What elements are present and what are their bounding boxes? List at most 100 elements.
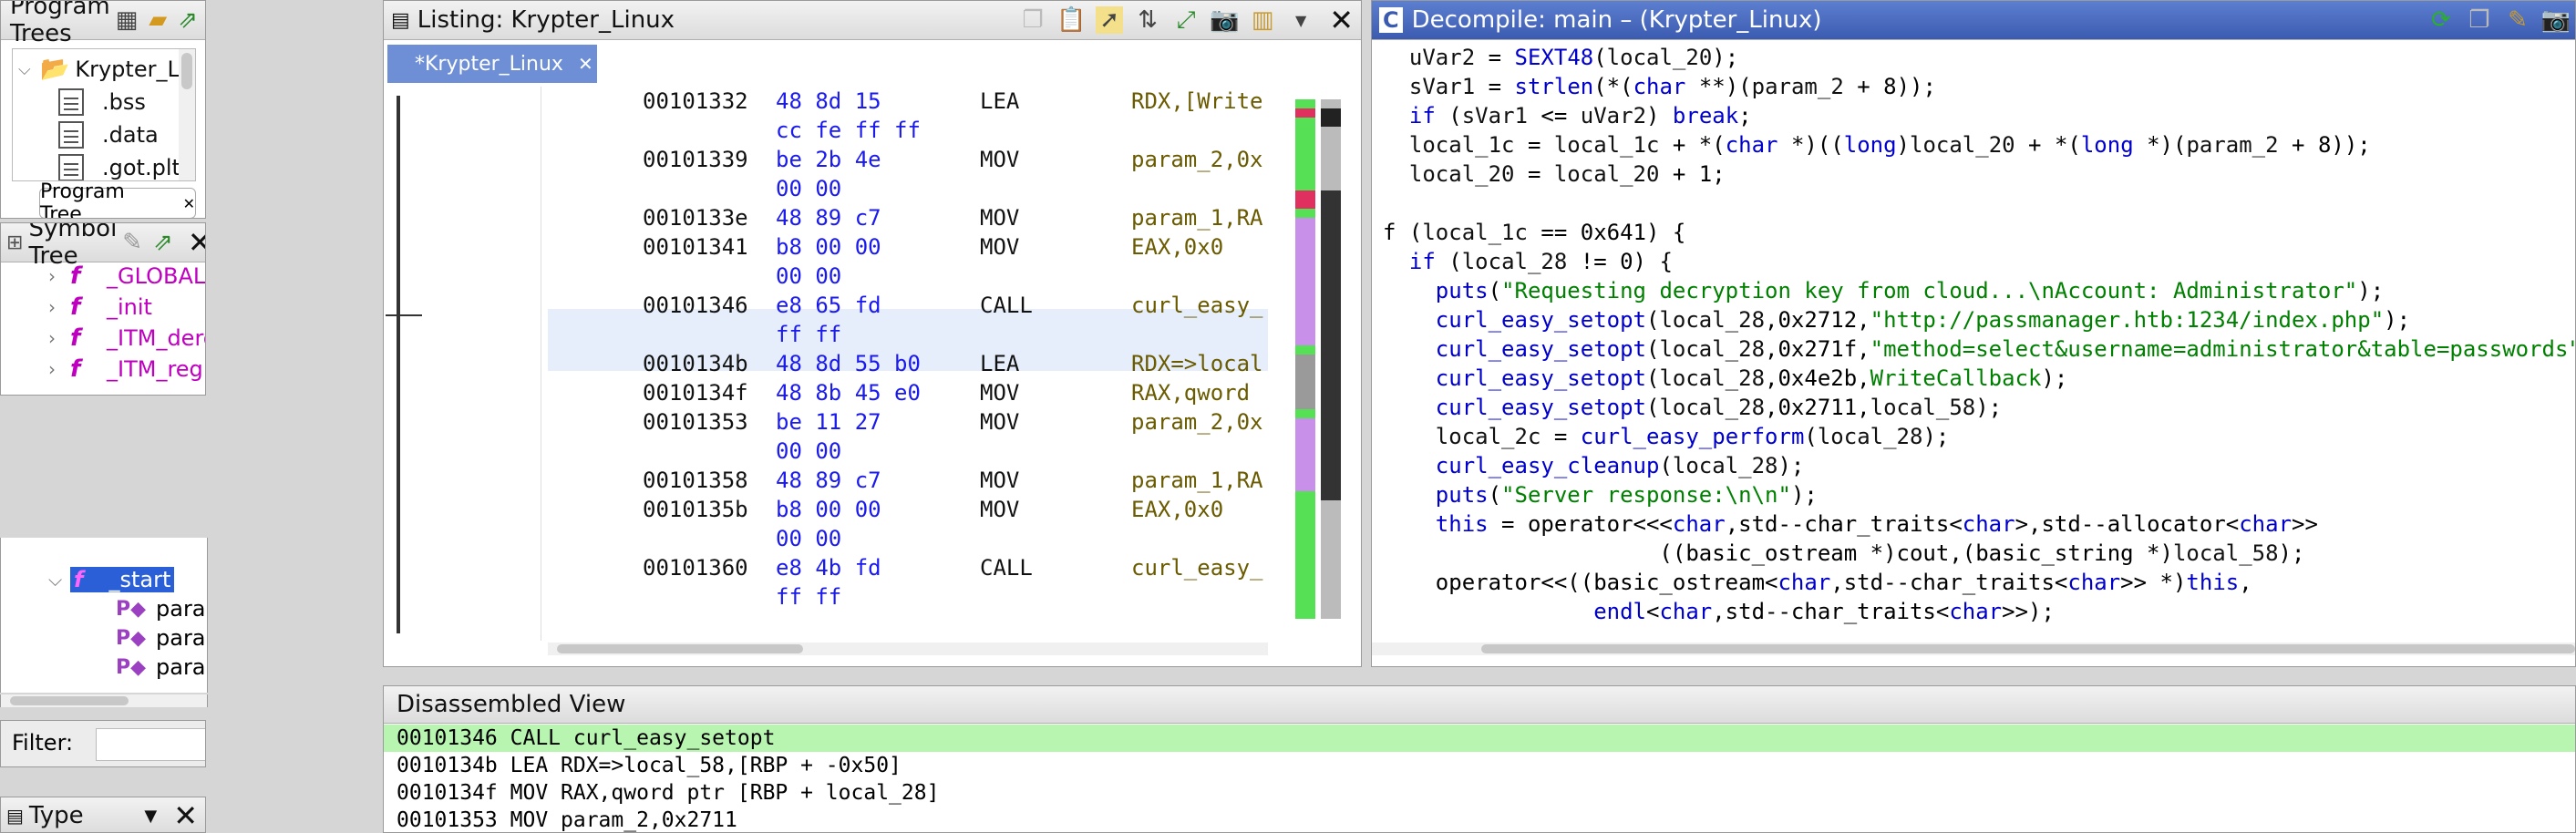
edit-fields-icon[interactable]: ⇅ [1134, 6, 1161, 34]
listing-tab[interactable]: *Krypter_Linux ✕ [387, 45, 597, 83]
refresh-icon[interactable]: ⟳ [2427, 6, 2455, 34]
layout-icon[interactable]: ▥ [1249, 6, 1276, 34]
decompile-line[interactable]: f (local_1c == 0x641) { [1383, 218, 1685, 251]
filter-input[interactable] [96, 728, 205, 761]
close-tab-icon[interactable]: ✕ [183, 195, 195, 212]
decompile-line[interactable]: sVar1 = strlen(*(char **)(param_2 + 8)); [1383, 72, 1936, 105]
decompile-line[interactable]: uVar2 = SEXT48(local_20); [1383, 43, 1738, 76]
param-item[interactable]: P◆param_1 [116, 594, 207, 623]
chevron-right-icon[interactable]: › [48, 296, 70, 318]
decompile-line[interactable]: local_1c = local_1c + *(char *)((long)lo… [1383, 130, 2371, 163]
decompile-line[interactable]: operator<<((basic_ostream<char,std--char… [1383, 568, 2252, 601]
export-icon[interactable]: ⇗ [153, 229, 173, 256]
decompile-line[interactable]: puts("Requesting decryption key from clo… [1383, 276, 2384, 309]
chevron-down-icon[interactable]: ⌵ [18, 60, 40, 79]
paste-icon[interactable]: 📋 [1056, 6, 1086, 34]
disassembled-line[interactable]: 0010134f MOV RAX,qword ptr [RBP + local_… [397, 777, 939, 808]
listing-line[interactable]: 00 00 [548, 174, 1268, 203]
listing-line[interactable]: 00 00 [548, 524, 1268, 553]
listing-addr: 00101358 [643, 468, 748, 493]
close-tab-icon[interactable]: ✕ [578, 53, 593, 75]
snapshot-icon[interactable]: 📷 [2541, 6, 2571, 34]
decompile-line[interactable]: local_20 = local_20 + 1; [1383, 159, 1726, 192]
listing-line[interactable]: 00 00 [548, 437, 1268, 466]
listing-line[interactable]: 00101358 48 89 c7 MOV param_1,RA [548, 466, 1268, 495]
decompile-line[interactable]: curl_easy_cleanup(local_28); [1383, 451, 1805, 484]
symbol-item[interactable]: › f _init [48, 293, 152, 322]
close-icon[interactable]: ✕ [188, 225, 205, 260]
chevron-right-icon[interactable]: › [48, 327, 70, 349]
listing-line[interactable]: 0010134f 48 8b 45 e0 MOV RAX,qword [548, 378, 1268, 407]
decompile-line[interactable]: curl_easy_setopt(local_28,0x271f,"method… [1383, 334, 2575, 367]
dropdown-icon[interactable]: ▼ [144, 807, 157, 826]
edit-icon[interactable]: ✎ [2504, 6, 2531, 34]
listing-hscroll[interactable] [548, 643, 1268, 655]
listing-line[interactable]: cc fe ff ff [548, 116, 1268, 145]
listing-mn: CALL [980, 293, 1033, 318]
function-icon: f [70, 324, 81, 352]
listing-op: param_1,RA [1131, 468, 1263, 493]
listing-line[interactable]: 0010135b b8 00 00 MOV EAX,0x0 [548, 495, 1268, 524]
tree-item[interactable]: .bss [58, 86, 146, 118]
param-item[interactable]: P◆param_3 [116, 653, 207, 682]
decompile-line[interactable]: curl_easy_setopt(local_28,0x4e2b,WriteCa… [1383, 364, 2068, 396]
listing-line[interactable]: 00101360 e8 4b fd CALL curl_easy_ [548, 553, 1268, 582]
decompile-hscroll[interactable] [1372, 643, 2575, 655]
edit-icon[interactable]: ✎ [122, 229, 142, 256]
chevron-right-icon[interactable]: › [48, 265, 70, 287]
cursor-icon[interactable]: ➚ [1096, 6, 1124, 34]
listing-line[interactable]: ff ff [548, 320, 1268, 349]
listing-line[interactable]: 00101346 e8 65 fd CALL curl_easy_ [548, 291, 1268, 320]
param-item[interactable]: P◆param_2 [116, 623, 207, 653]
disassembled-lines[interactable]: 00101346 CALL curl_easy_setopt 0010134b … [384, 723, 2575, 832]
listing-line[interactable]: 0010133e 48 89 c7 MOV param_1,RA [548, 203, 1268, 232]
chevron-down-icon[interactable]: ⌵ [48, 569, 70, 591]
listing-line[interactable]: 00 00 [548, 262, 1268, 291]
symbol-item[interactable]: ›f_ITM_deregisterTMC [48, 324, 205, 353]
tree-root[interactable]: ⌵ 📂 Krypter_Linux [18, 53, 195, 86]
listing-line[interactable]: 00101339 be 2b 4e MOV param_2,0x [548, 145, 1268, 174]
symbol-hscroll[interactable] [0, 694, 208, 707]
decompile-line[interactable]: endl<char,std--char_traits<char>>); [1383, 597, 2055, 630]
new-tree-icon[interactable]: ▦ [116, 6, 139, 34]
decompile-line[interactable]: puts("Server response:\n\n"); [1383, 480, 1818, 513]
decompile-line[interactable]: if (sVar1 <= uVar2) break; [1383, 101, 1752, 134]
disassembled-line[interactable]: 0010134b LEA RDX=>local_58,[RBP + -0x50] [397, 750, 902, 781]
listing-addr: 0010135b [643, 497, 748, 522]
listing-code[interactable]: 00101332 48 8d 15 LEA RDX,[Write cc fe ff ff… [548, 87, 1268, 633]
decompile-line[interactable]: if (local_28 != 0) { [1383, 247, 1673, 280]
listing-line[interactable]: 00101341 b8 00 00 MOV EAX,0x0 [548, 232, 1268, 262]
listing-line[interactable]: 00101332 48 8d 15 LEA RDX,[Write [548, 87, 1268, 116]
decompile-line[interactable]: curl_easy_setopt(local_28,0x2711,local_5… [1383, 393, 2002, 426]
program-tree-tab[interactable]: Program Tree ✕ [39, 180, 196, 218]
tree-item[interactable]: .got.plt [58, 151, 180, 180]
folder-icon[interactable]: ▰ [149, 6, 167, 34]
chevron-right-icon[interactable]: › [48, 358, 70, 380]
decompile-line[interactable]: this = operator<<<char,std--char_traits<… [1383, 509, 2318, 542]
disassembled-line[interactable]: 00101346 CALL curl_easy_setopt [397, 723, 775, 754]
close-icon[interactable]: ✕ [173, 798, 198, 832]
close-icon[interactable]: ✕ [1329, 3, 1354, 37]
snapshot-icon[interactable]: 📷 [1210, 6, 1239, 34]
export-icon[interactable]: ⇗ [178, 6, 198, 34]
dropdown-icon[interactable]: ▼ [1287, 6, 1314, 34]
listing-overview-bar[interactable] [1295, 99, 1352, 628]
symbol-item-selected[interactable]: ⌵ f _start [48, 565, 175, 594]
graph-icon[interactable]: ⤢ [1172, 6, 1200, 34]
tree-item[interactable]: .data [58, 118, 159, 151]
listing-line[interactable]: 00101353 be 11 27 MOV param_2,0x [548, 407, 1268, 437]
tree-scrollbar[interactable] [179, 49, 195, 180]
decompile-line[interactable]: curl_easy_setopt(local_28,0x2712,"http:/… [1383, 305, 2410, 338]
decompile-line[interactable]: ((basic_ostream *)cout,(basic_string *)l… [1383, 539, 2304, 571]
listing-bytes: e8 65 fd [776, 293, 881, 318]
symbol-item[interactable]: ›f_ITM_registerTMClo [48, 355, 205, 384]
disassembled-line[interactable]: 00101353 MOV param_2,0x2711 [397, 805, 737, 832]
copy-icon[interactable]: ❐ [2466, 6, 2493, 34]
decompile-line[interactable]: local_2c = curl_easy_perform(local_28); [1383, 422, 1950, 455]
listing-addr: 00101360 [643, 555, 748, 581]
symbol-item[interactable]: ›f_GLOBAL__sub_I_ma [48, 262, 205, 291]
listing-line[interactable]: ff ff [548, 582, 1268, 612]
copy-icon[interactable]: ❐ [1019, 6, 1046, 34]
decompile-code[interactable]: uVar2 = SEXT48(local_20); sVar1 = strlen… [1372, 43, 2575, 635]
listing-line[interactable]: 0010134b 48 8d 55 b0 LEA RDX=>local [548, 349, 1268, 378]
